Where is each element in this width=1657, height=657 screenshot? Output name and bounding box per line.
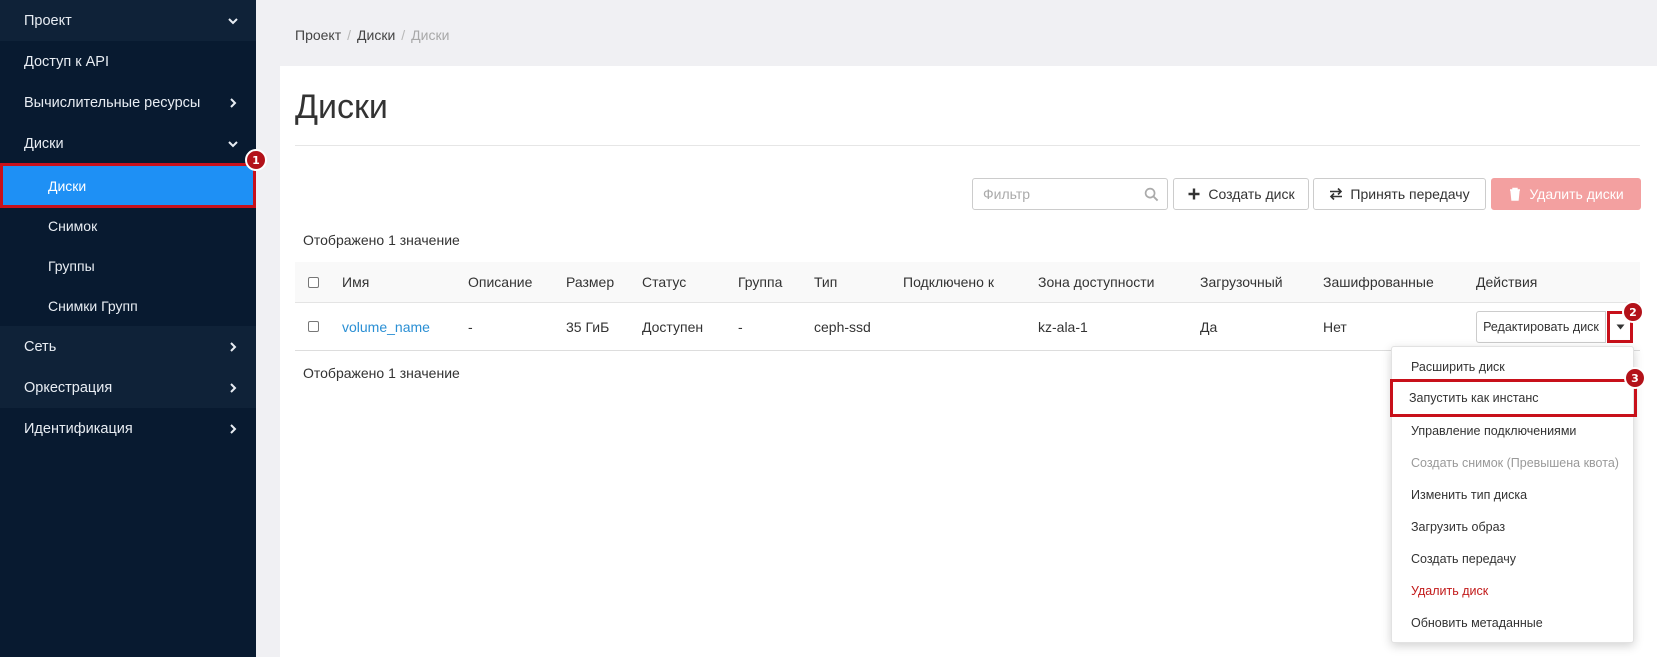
create-volume-button[interactable]: Создать диск xyxy=(1173,178,1309,210)
volume-name-link[interactable]: volume_name xyxy=(342,303,430,350)
select-all-checkbox[interactable] xyxy=(308,262,319,302)
column-header-status[interactable]: Статус xyxy=(642,262,686,302)
menu-item-upload-image[interactable]: Загрузить образ xyxy=(1392,511,1635,543)
menu-item-update-metadata[interactable]: Обновить метаданные xyxy=(1392,607,1635,639)
cell-bootable: Да xyxy=(1200,318,1218,335)
table-row: volume_name - 35 ГиБ Доступен - ceph-ssd… xyxy=(295,303,1640,351)
filter-input[interactable] xyxy=(973,179,1133,209)
sidebar-item-volumes[interactable]: Диски xyxy=(0,163,256,208)
breadcrumb: Проект / Диски / Диски xyxy=(295,27,449,43)
column-header-encrypted[interactable]: Зашифрованные xyxy=(1323,262,1434,302)
step-badge-1: 1 xyxy=(245,149,267,171)
cell-group: - xyxy=(738,318,743,335)
row-checkbox[interactable] xyxy=(308,303,319,350)
column-header-group[interactable]: Группа xyxy=(738,262,782,302)
column-header-zone[interactable]: Зона доступности xyxy=(1038,262,1155,302)
sidebar-item-label: Сеть xyxy=(24,338,57,355)
caret-down-icon xyxy=(1616,324,1624,330)
column-header-bootable[interactable]: Загрузочный xyxy=(1200,262,1283,302)
cell-size: 35 ГиБ xyxy=(566,318,610,335)
column-header-description[interactable]: Описание xyxy=(468,262,532,302)
breadcrumb-project[interactable]: Проект xyxy=(295,27,341,43)
sidebar-item-api-access[interactable]: Доступ к API xyxy=(0,41,256,82)
sidebar-item-orchestration[interactable]: Оркестрация xyxy=(0,367,256,408)
menu-item-manage-attachments[interactable]: Управление подключениями xyxy=(1392,415,1635,447)
actions-dropdown-menu: Расширить диск Запустить как инстанс Упр… xyxy=(1390,346,1637,643)
sidebar-item-network[interactable]: Сеть xyxy=(0,326,256,367)
breadcrumb-current: Диски xyxy=(411,27,450,43)
menu-item-create-transfer[interactable]: Создать передачу xyxy=(1392,543,1635,575)
items-count-top: Отображено 1 значение xyxy=(303,232,460,248)
page-title: Диски xyxy=(295,88,388,126)
menu-item-launch-as-instance[interactable]: Запустить как инстанс xyxy=(1390,379,1637,417)
sidebar-item-label: Идентификация xyxy=(24,420,133,437)
sidebar-item-volumes-section[interactable]: Диски xyxy=(0,123,256,164)
sidebar-item-label: Доступ к API xyxy=(24,53,109,70)
table-header: Имя Описание Размер Статус Группа Тип По… xyxy=(295,262,1640,303)
cell-type: ceph-ssd xyxy=(814,318,871,335)
cell-zone: kz-ala-1 xyxy=(1038,318,1088,335)
button-label: Удалить диски xyxy=(1529,186,1624,202)
sidebar-item-label: Оркестрация xyxy=(24,379,113,396)
chevron-down-icon xyxy=(227,138,239,150)
chevron-right-icon xyxy=(227,97,239,109)
filter-box xyxy=(972,178,1168,210)
chevron-right-icon xyxy=(227,382,239,394)
sidebar-item-project[interactable]: Проект xyxy=(0,0,256,41)
sidebar-item-groups[interactable]: Группы xyxy=(0,245,256,286)
button-label: Принять передачу xyxy=(1350,186,1470,202)
cell-encrypted: Нет xyxy=(1323,318,1347,335)
sidebar-item-label: Группы xyxy=(48,257,95,274)
column-header-attached[interactable]: Подключено к xyxy=(903,262,994,302)
sidebar-item-label: Проект xyxy=(24,12,72,29)
sidebar-item-group-snapshots[interactable]: Снимки Групп xyxy=(0,285,256,326)
menu-item-create-snapshot: Создать снимок (Превышена квота) xyxy=(1411,456,1619,470)
exchange-icon xyxy=(1330,187,1343,201)
chevron-right-icon xyxy=(227,423,239,435)
sidebar-item-label: Вычислительные ресурсы xyxy=(24,94,201,111)
trash-icon xyxy=(1510,187,1521,201)
search-icon[interactable] xyxy=(1144,187,1159,202)
column-header-actions: Действия xyxy=(1476,274,1538,290)
sidebar-item-label: Снимок xyxy=(48,217,98,234)
button-label: Создать диск xyxy=(1208,186,1295,202)
sidebar-item-compute[interactable]: Вычислительные ресурсы xyxy=(0,82,256,123)
sidebar-item-label: Диски xyxy=(48,177,87,194)
breadcrumb-volumes[interactable]: Диски xyxy=(357,27,395,43)
chevron-down-icon xyxy=(227,15,239,27)
accept-transfer-button[interactable]: Принять передачу xyxy=(1313,178,1486,210)
cell-status: Доступен xyxy=(642,318,704,335)
breadcrumb-separator: / xyxy=(401,27,406,43)
sidebar: Проект Доступ к API Вычислительные ресур… xyxy=(0,0,256,657)
items-count-bottom: Отображено 1 значение xyxy=(303,365,460,381)
menu-item-change-volume-type[interactable]: Изменить тип диска xyxy=(1392,479,1635,511)
sidebar-item-snapshots[interactable]: Снимок xyxy=(0,205,256,246)
delete-volumes-button[interactable]: Удалить диски xyxy=(1491,178,1641,210)
chevron-right-icon xyxy=(227,341,239,353)
title-divider xyxy=(295,145,1640,146)
column-header-name[interactable]: Имя xyxy=(342,262,369,302)
breadcrumb-separator: / xyxy=(347,27,352,43)
step-badge-3: 3 xyxy=(1624,367,1646,389)
edit-volume-button[interactable]: Редактировать диск xyxy=(1476,311,1606,343)
column-header-type[interactable]: Тип xyxy=(814,262,837,302)
step-badge-2: 2 xyxy=(1622,301,1644,323)
menu-item-delete-volume[interactable]: Удалить диск xyxy=(1392,575,1635,607)
cell-description: - xyxy=(468,318,473,335)
plus-icon xyxy=(1188,188,1200,200)
column-header-size[interactable]: Размер xyxy=(566,262,614,302)
sidebar-item-label: Снимки Групп xyxy=(48,297,138,314)
sidebar-item-label: Диски xyxy=(24,135,64,152)
sidebar-item-identity[interactable]: Идентификация xyxy=(0,408,256,449)
